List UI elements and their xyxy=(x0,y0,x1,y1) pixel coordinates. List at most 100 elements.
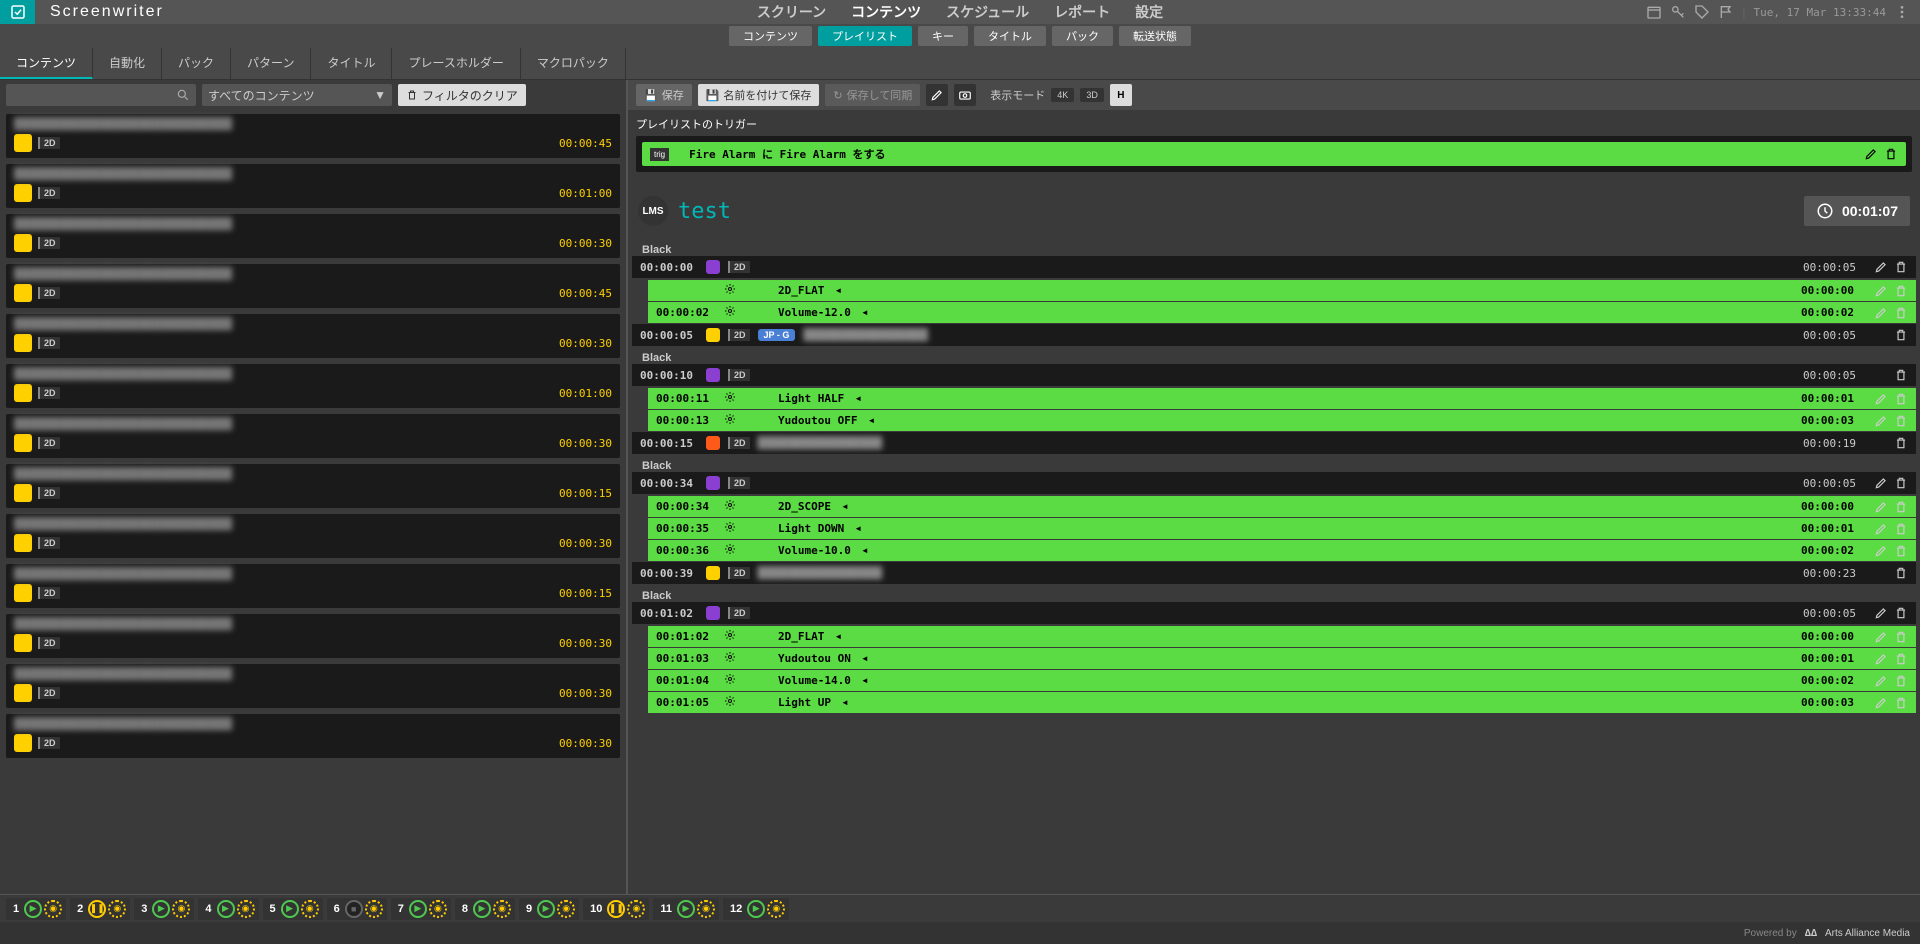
playlist-clip-row[interactable]: 00:00:39 2D ████████████████ 00:00:23 xyxy=(632,562,1916,584)
pencil-icon[interactable] xyxy=(1874,260,1888,274)
playlist-cue-row[interactable]: 00:01:05 Light UP ◄ 00:00:03 xyxy=(648,692,1916,713)
content-item[interactable]: ████████████████████████████ 2D 00:01:00 xyxy=(6,364,620,408)
trash-icon[interactable] xyxy=(1894,260,1908,274)
pencil-icon[interactable] xyxy=(1874,674,1888,688)
edit-icon-button[interactable] xyxy=(926,84,948,106)
trash-icon[interactable] xyxy=(1894,606,1908,620)
content-item[interactable]: ████████████████████████████ 2D 00:00:45 xyxy=(6,114,620,158)
save-as-button[interactable]: 💾名前を付けて保存 xyxy=(698,84,820,106)
left-tab-item[interactable]: パターン xyxy=(231,48,311,79)
play-button[interactable]: ▶ xyxy=(409,900,427,918)
clear-filter-button[interactable]: フィルタのクリア xyxy=(398,84,526,106)
pencil-icon[interactable] xyxy=(1874,476,1888,490)
left-tab-item[interactable]: タイトル xyxy=(311,48,392,79)
pencil-icon[interactable] xyxy=(1874,522,1888,536)
content-item[interactable]: ████████████████████████████ 2D 00:00:30 xyxy=(6,514,620,558)
player-aux-button[interactable]: ◉ xyxy=(627,900,645,918)
content-item[interactable]: ████████████████████████████ 2D 00:00:30 xyxy=(6,314,620,358)
menu-icon[interactable] xyxy=(1894,4,1910,20)
play-button[interactable]: ▶ xyxy=(217,900,235,918)
playlist-clip-row[interactable]: 00:00:05 2D JP - G ████████████████ 00:0… xyxy=(632,324,1916,346)
trash-icon[interactable] xyxy=(1894,522,1908,536)
playlist-cue-row[interactable]: 00:01:02 2D_FLAT ◄ 00:00:00 xyxy=(648,626,1916,647)
play-button[interactable]: ▶ xyxy=(677,900,695,918)
stop-button[interactable]: ■ xyxy=(345,900,363,918)
h-icon-button[interactable]: H xyxy=(1110,84,1132,106)
camera-icon-button[interactable] xyxy=(954,84,976,106)
pause-button[interactable]: ❚❚ xyxy=(88,900,106,918)
player-aux-button[interactable]: ◉ xyxy=(557,900,575,918)
playlist-clip-row[interactable]: 00:00:10 2D 00:00:05 xyxy=(632,364,1916,386)
trash-icon[interactable] xyxy=(1894,476,1908,490)
player-aux-button[interactable]: ◉ xyxy=(301,900,319,918)
trash-icon[interactable] xyxy=(1894,674,1908,688)
playlist-clip-row[interactable]: 00:00:15 2D ████████████████ 00:00:19 xyxy=(632,432,1916,454)
play-button[interactable]: ▶ xyxy=(152,900,170,918)
content-item[interactable]: ████████████████████████████ 2D 00:00:30 xyxy=(6,414,620,458)
playlist-cue-row[interactable]: 00:01:04 Volume-14.0 ◄ 00:00:02 xyxy=(648,670,1916,691)
trash-icon[interactable] xyxy=(1894,436,1908,450)
player-aux-button[interactable]: ◉ xyxy=(172,900,190,918)
app-logo[interactable] xyxy=(0,0,35,24)
pencil-icon[interactable] xyxy=(1874,500,1888,514)
calendar-icon[interactable] xyxy=(1646,4,1662,20)
sub-nav-item[interactable]: 転送状態 xyxy=(1119,26,1191,46)
player-aux-button[interactable]: ◉ xyxy=(365,900,383,918)
content-item[interactable]: ████████████████████████████ 2D 00:00:30 xyxy=(6,714,620,758)
player-aux-button[interactable]: ◉ xyxy=(429,900,447,918)
playlist-cue-row[interactable]: 2D_FLAT ◄ 00:00:00 xyxy=(648,280,1916,301)
playlist-cue-row[interactable]: 00:00:13 Yudoutou OFF ◄ 00:00:03 xyxy=(648,410,1916,431)
playlist-cue-row[interactable]: 00:00:34 2D_SCOPE ◄ 00:00:00 xyxy=(648,496,1916,517)
flag-icon[interactable] xyxy=(1718,4,1734,20)
playlist-clip-row[interactable]: 00:00:34 2D 00:00:05 xyxy=(632,472,1916,494)
pencil-icon[interactable] xyxy=(1874,306,1888,320)
pill-4k[interactable]: 4K xyxy=(1051,88,1074,102)
player-aux-button[interactable]: ◉ xyxy=(493,900,511,918)
content-item[interactable]: ████████████████████████████ 2D 00:00:30 xyxy=(6,664,620,708)
playlist-clip-row[interactable]: 00:01:02 2D 00:00:05 xyxy=(632,602,1916,624)
player-aux-button[interactable]: ◉ xyxy=(697,900,715,918)
content-item[interactable]: ████████████████████████████ 2D 00:00:15 xyxy=(6,464,620,508)
key-icon[interactable] xyxy=(1670,4,1686,20)
content-item[interactable]: ████████████████████████████ 2D 00:00:15 xyxy=(6,564,620,608)
sub-nav-item[interactable]: パック xyxy=(1052,26,1113,46)
play-button[interactable]: ▶ xyxy=(24,900,42,918)
play-button[interactable]: ▶ xyxy=(537,900,555,918)
trigger-item[interactable]: trig Fire Alarm に Fire Alarm をする xyxy=(642,142,1906,166)
content-item[interactable]: ████████████████████████████ 2D 00:00:30 xyxy=(6,214,620,258)
pencil-icon[interactable] xyxy=(1874,284,1888,298)
left-tab-item[interactable]: プレースホルダー xyxy=(392,48,520,79)
player-aux-button[interactable]: ◉ xyxy=(767,900,785,918)
play-button[interactable]: ▶ xyxy=(473,900,491,918)
player-aux-button[interactable]: ◉ xyxy=(108,900,126,918)
trash-icon[interactable] xyxy=(1894,414,1908,428)
playlist-cue-row[interactable]: 00:01:03 Yudoutou ON ◄ 00:00:01 xyxy=(648,648,1916,669)
pencil-icon[interactable] xyxy=(1874,696,1888,710)
trash-icon[interactable] xyxy=(1894,630,1908,644)
trash-icon[interactable] xyxy=(1894,328,1908,342)
trash-icon[interactable] xyxy=(1894,652,1908,666)
sub-nav-item[interactable]: プレイリスト xyxy=(818,26,912,46)
pencil-icon[interactable] xyxy=(1874,392,1888,406)
left-tab-item[interactable]: マクロパック xyxy=(521,48,626,79)
playlist-cue-row[interactable]: 00:00:36 Volume-10.0 ◄ 00:00:02 xyxy=(648,540,1916,561)
player-aux-button[interactable]: ◉ xyxy=(237,900,255,918)
trash-icon[interactable] xyxy=(1894,566,1908,580)
content-filter-dropdown[interactable]: すべてのコンテンツ ▼ xyxy=(202,84,392,106)
left-tab-item[interactable]: コンテンツ xyxy=(0,48,93,79)
left-tab-item[interactable]: パック xyxy=(162,48,231,79)
playlist-cue-row[interactable]: 00:00:02 Volume-12.0 ◄ 00:00:02 xyxy=(648,302,1916,323)
sub-nav-item[interactable]: タイトル xyxy=(974,26,1046,46)
play-button[interactable]: ▶ xyxy=(281,900,299,918)
sub-nav-item[interactable]: コンテンツ xyxy=(729,26,812,46)
pencil-icon[interactable] xyxy=(1874,606,1888,620)
playlist-clip-row[interactable]: 00:00:00 2D 00:00:05 xyxy=(632,256,1916,278)
content-item[interactable]: ████████████████████████████ 2D 00:01:00 xyxy=(6,164,620,208)
top-nav-item[interactable]: レポート xyxy=(1054,2,1110,22)
content-item[interactable]: ████████████████████████████ 2D 00:00:45 xyxy=(6,264,620,308)
top-nav-item[interactable]: 設定 xyxy=(1135,2,1163,22)
pill-3d[interactable]: 3D xyxy=(1080,88,1104,102)
pencil-icon[interactable] xyxy=(1874,652,1888,666)
search-input[interactable] xyxy=(6,84,196,106)
play-button[interactable]: ▶ xyxy=(747,900,765,918)
